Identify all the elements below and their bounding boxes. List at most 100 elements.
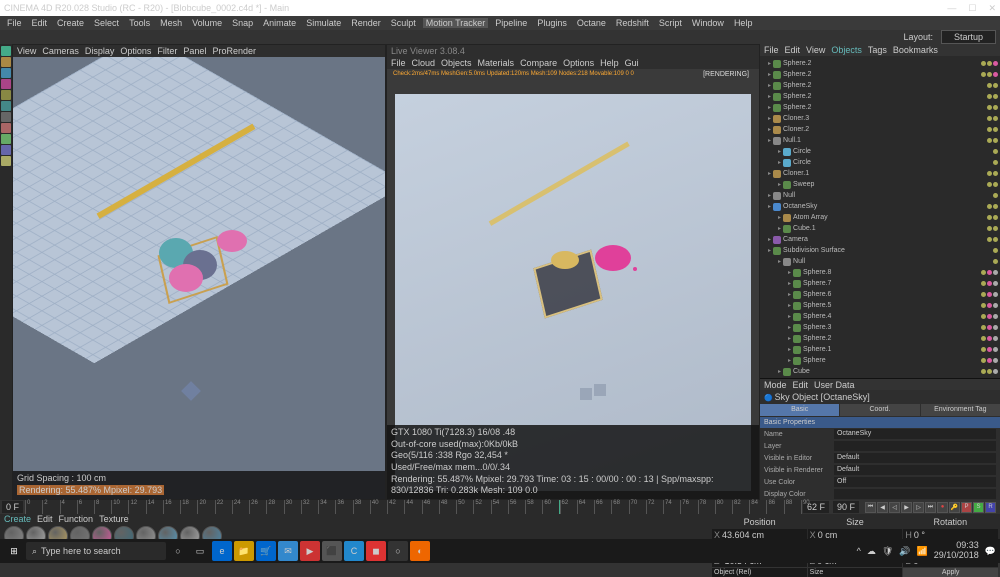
goto-end-button[interactable]: ⏭	[925, 502, 936, 513]
tag-icon[interactable]	[993, 259, 998, 264]
menu-tools[interactable]: Tools	[126, 18, 153, 28]
lv-tab-materials[interactable]: Materials	[478, 58, 515, 68]
lv-tab-help[interactable]: Help	[600, 58, 619, 68]
tag-icon[interactable]	[993, 105, 998, 110]
tree-row[interactable]: ▸Circle	[762, 146, 998, 157]
tag-icon[interactable]	[981, 72, 986, 77]
tree-row[interactable]: ▸Sphere.2	[762, 102, 998, 113]
menu-sculpt[interactable]: Sculpt	[388, 18, 419, 28]
lv-tab-objects[interactable]: Objects	[441, 58, 472, 68]
tag-icon[interactable]	[993, 347, 998, 352]
tree-row[interactable]: ▸Sphere.2	[762, 69, 998, 80]
editor-canvas[interactable]: Grid Spacing : 100 cm Rendering: 55.487%…	[13, 57, 385, 499]
tag-icon[interactable]	[981, 325, 986, 330]
vp-tab-options[interactable]: Options	[120, 46, 151, 56]
tag-icon[interactable]	[993, 116, 998, 121]
app-icon[interactable]: ✉	[278, 541, 298, 561]
menu-volume[interactable]: Volume	[189, 18, 225, 28]
vp-tab-panel[interactable]: Panel	[183, 46, 206, 56]
tag-icon[interactable]	[987, 204, 992, 209]
tool-icon[interactable]	[1, 57, 11, 67]
tree-row[interactable]: ▸Cube.1	[762, 223, 998, 234]
om-tab-edit[interactable]: Edit	[785, 45, 801, 55]
tag-icon[interactable]	[981, 369, 986, 374]
tag-icon[interactable]	[993, 182, 998, 187]
object-tree[interactable]: ▸Sphere.2▸Sphere.2▸Sphere.2▸Sphere.2▸Sph…	[760, 56, 1000, 378]
tag-icon[interactable]	[981, 303, 986, 308]
menu-motion-tracker[interactable]: Motion Tracker	[423, 18, 489, 28]
lv-tab-compare[interactable]: Compare	[520, 58, 557, 68]
tool-icon[interactable]	[1, 46, 11, 56]
tag-icon[interactable]	[987, 281, 992, 286]
tag-icon[interactable]	[987, 61, 992, 66]
tree-row[interactable]: ▸Subdivision Surface	[762, 245, 998, 256]
menu-edit[interactable]: Edit	[29, 18, 51, 28]
play-back-button[interactable]: ◁	[889, 502, 900, 513]
menu-help[interactable]: Help	[731, 18, 756, 28]
layout-dropdown[interactable]: Startup	[941, 30, 996, 44]
menu-octane[interactable]: Octane	[574, 18, 609, 28]
tag-icon[interactable]	[987, 171, 992, 176]
tag-icon[interactable]	[993, 94, 998, 99]
om-tab-bookmarks[interactable]: Bookmarks	[893, 45, 938, 55]
tree-row[interactable]: ▸Null	[762, 190, 998, 201]
attr-value[interactable]	[834, 441, 996, 451]
apply-button[interactable]: Apply	[903, 568, 998, 577]
tag-icon[interactable]	[993, 83, 998, 88]
attr-tab-coord-[interactable]: Coord.	[840, 404, 919, 416]
tray-date[interactable]: 29/10/2018	[934, 551, 979, 561]
menu-render[interactable]: Render	[348, 18, 384, 28]
tag-icon[interactable]	[987, 94, 992, 99]
mat-tab-create[interactable]: Create	[4, 514, 31, 524]
tag-icon[interactable]	[993, 314, 998, 319]
tag-icon[interactable]	[981, 281, 986, 286]
tree-row[interactable]: ▸Sphere.2	[762, 333, 998, 344]
tag-icon[interactable]	[987, 358, 992, 363]
vp-tab-display[interactable]: Display	[85, 46, 115, 56]
tag-icon[interactable]	[993, 204, 998, 209]
tool-icon[interactable]	[1, 145, 11, 155]
key-p-button[interactable]: P	[961, 502, 972, 513]
tree-row[interactable]: ▸Sphere.1	[762, 344, 998, 355]
app-icon[interactable]: ▶	[300, 541, 320, 561]
tag-icon[interactable]	[981, 358, 986, 363]
tray-icon[interactable]: 🔊	[899, 546, 910, 557]
tag-icon[interactable]	[987, 72, 992, 77]
tag-icon[interactable]	[987, 347, 992, 352]
tray-icon[interactable]: ☁	[867, 546, 876, 557]
lv-tab-gui[interactable]: Gui	[625, 58, 639, 68]
om-tab-objects[interactable]: Objects	[831, 45, 862, 55]
mat-tab-edit[interactable]: Edit	[37, 514, 53, 524]
tree-row[interactable]: ▸Sphere.2	[762, 80, 998, 91]
tag-icon[interactable]	[987, 237, 992, 242]
goto-start-button[interactable]: ⏮	[865, 502, 876, 513]
om-tab-view[interactable]: View	[806, 45, 825, 55]
tag-icon[interactable]	[981, 270, 986, 275]
tag-icon[interactable]	[993, 171, 998, 176]
app-icon[interactable]: ◼	[366, 541, 386, 561]
timeline-ruler[interactable]: 0246810121416182022242628303234363840424…	[25, 500, 801, 514]
tree-row[interactable]: ▸Cloner.1	[762, 168, 998, 179]
menu-animate[interactable]: Animate	[260, 18, 299, 28]
menu-mesh[interactable]: Mesh	[157, 18, 185, 28]
tag-icon[interactable]	[987, 182, 992, 187]
tree-row[interactable]: ▸Circle	[762, 157, 998, 168]
menu-pipeline[interactable]: Pipeline	[492, 18, 530, 28]
tree-row[interactable]: ▸Atom Array	[762, 212, 998, 223]
app-icon[interactable]: 🛒	[256, 541, 276, 561]
om-tab-file[interactable]: File	[764, 45, 779, 55]
tag-icon[interactable]	[993, 237, 998, 242]
timeline-end[interactable]: 90 F	[833, 501, 859, 513]
menu-plugins[interactable]: Plugins	[534, 18, 570, 28]
tag-icon[interactable]	[987, 369, 992, 374]
tree-row[interactable]: ▸Cloner.2	[762, 124, 998, 135]
tag-icon[interactable]	[993, 193, 998, 198]
tag-icon[interactable]	[987, 303, 992, 308]
tag-icon[interactable]	[987, 127, 992, 132]
menu-window[interactable]: Window	[689, 18, 727, 28]
tag-icon[interactable]	[993, 72, 998, 77]
key-r-button[interactable]: R	[985, 502, 996, 513]
menu-create[interactable]: Create	[54, 18, 87, 28]
attr-mode-edit[interactable]: Edit	[793, 380, 809, 390]
tag-icon[interactable]	[993, 303, 998, 308]
